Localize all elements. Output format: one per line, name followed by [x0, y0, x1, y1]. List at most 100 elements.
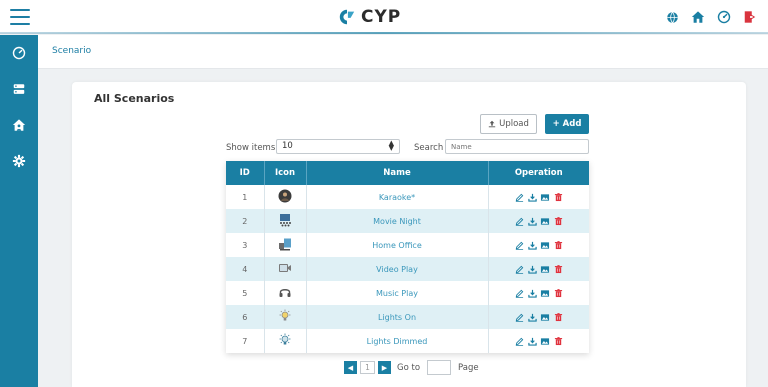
show-items-value: 10: [282, 141, 293, 151]
row-operations: [488, 305, 589, 329]
select-arrows-icon: ▲ ▼: [388, 139, 394, 152]
header-icon: Icon: [264, 161, 307, 185]
dashboard-gauge-icon[interactable]: [716, 9, 732, 25]
search-input[interactable]: [445, 139, 589, 154]
download-icon[interactable]: [527, 312, 537, 322]
row-operations: [488, 233, 589, 257]
sidebar-item-dashboard[interactable]: [0, 35, 38, 71]
header-id[interactable]: ID: [226, 161, 265, 185]
menu-toggle-icon[interactable]: [10, 9, 30, 25]
search-label: Search: [414, 143, 444, 153]
row-id: 6: [226, 305, 265, 329]
table-row: 3 Home Office: [226, 233, 589, 257]
breadcrumb-scenario[interactable]: Scenario: [52, 46, 91, 56]
row-name: Lights On: [306, 305, 489, 329]
trash-icon[interactable]: [553, 288, 563, 298]
add-button[interactable]: + Add: [545, 114, 589, 134]
sidebar-item-settings[interactable]: [0, 143, 38, 179]
row-icon-cell: [264, 329, 307, 353]
upload-button[interactable]: Upload: [480, 114, 537, 134]
video-play-icon: [278, 261, 292, 275]
trash-icon[interactable]: [553, 240, 563, 250]
show-items-label: Show items: [226, 143, 276, 153]
header-name[interactable]: Name: [306, 161, 489, 185]
image-icon[interactable]: [540, 264, 550, 274]
next-page-button[interactable]: ▶: [378, 361, 391, 374]
server-icon: [13, 84, 25, 94]
trash-icon[interactable]: [553, 312, 563, 322]
table-row: 2 Movie Night: [226, 209, 589, 233]
row-name: Karaoke*: [306, 185, 489, 209]
image-icon[interactable]: [540, 288, 550, 298]
pagination: ◀ 1 ▶ Go to Page: [344, 360, 479, 375]
image-icon[interactable]: [540, 312, 550, 322]
goto-page-input[interactable]: [427, 360, 452, 375]
row-id: 2: [226, 209, 265, 233]
logo-text: CYP: [361, 7, 402, 27]
table-row: 4 Video Play: [226, 257, 589, 281]
bulb-dimmed-icon: [278, 333, 292, 347]
goto-label: Go to: [397, 362, 421, 373]
bulb-on-icon: [278, 309, 292, 323]
page-title: All Scenarios: [94, 92, 175, 105]
image-icon[interactable]: [540, 240, 550, 250]
headphones-icon: [278, 285, 292, 299]
header-operation: Operation: [488, 161, 589, 185]
header-accent-line: [0, 32, 768, 34]
home-office-icon: [278, 237, 292, 251]
scenario-card: All Scenarios Upload + Add Show items 10…: [72, 82, 746, 387]
karaoke-photo-icon: [278, 189, 292, 203]
download-icon[interactable]: [527, 192, 537, 202]
scenario-table: ID Icon Name Operation 1 Karaoke* 2 Movie N…: [226, 161, 589, 353]
trash-icon[interactable]: [553, 216, 563, 226]
row-icon-cell: [264, 185, 307, 209]
show-items-select[interactable]: 10 ▲ ▼: [276, 139, 400, 154]
download-icon[interactable]: [527, 288, 537, 298]
download-icon[interactable]: [527, 240, 537, 250]
movie-screen-icon: [278, 213, 292, 227]
row-name: Movie Night: [306, 209, 489, 233]
row-operations: [488, 257, 589, 281]
edit-icon[interactable]: [514, 336, 524, 346]
breadcrumb: Scenario: [38, 35, 768, 69]
edit-icon[interactable]: [514, 264, 524, 274]
edit-icon[interactable]: [514, 312, 524, 322]
row-operations: [488, 281, 589, 305]
sidebar-item-scenario[interactable]: [0, 107, 38, 143]
row-id: 4: [226, 257, 265, 281]
home-user-icon: [12, 119, 26, 131]
row-name: Home Office: [306, 233, 489, 257]
row-operations: [488, 329, 589, 353]
table-row: 5 Music Play: [226, 281, 589, 305]
row-name: Lights Dimmed: [306, 329, 489, 353]
download-icon[interactable]: [527, 336, 537, 346]
home-icon[interactable]: [690, 9, 706, 25]
image-icon[interactable]: [540, 216, 550, 226]
trash-icon[interactable]: [553, 336, 563, 346]
row-operations: [488, 185, 589, 209]
trash-icon[interactable]: [553, 264, 563, 274]
download-icon[interactable]: [527, 264, 537, 274]
row-name: Video Play: [306, 257, 489, 281]
download-icon[interactable]: [527, 216, 537, 226]
row-operations: [488, 209, 589, 233]
sidebar: [0, 35, 38, 387]
page-number[interactable]: 1: [360, 361, 375, 374]
row-icon-cell: [264, 209, 307, 233]
row-name: Music Play: [306, 281, 489, 305]
logout-icon[interactable]: [742, 9, 758, 25]
image-icon[interactable]: [540, 336, 550, 346]
row-icon-cell: [264, 305, 307, 329]
trash-icon[interactable]: [553, 192, 563, 202]
globe-icon[interactable]: [664, 9, 680, 25]
table-row: 6 Lights On: [226, 305, 589, 329]
edit-icon[interactable]: [514, 216, 524, 226]
prev-page-button[interactable]: ◀: [344, 361, 357, 374]
sidebar-item-server[interactable]: [0, 71, 38, 107]
upload-label: Upload: [499, 119, 529, 129]
edit-icon[interactable]: [514, 288, 524, 298]
image-icon[interactable]: [540, 192, 550, 202]
cyp-logo-icon: [339, 9, 355, 25]
edit-icon[interactable]: [514, 192, 524, 202]
edit-icon[interactable]: [514, 240, 524, 250]
